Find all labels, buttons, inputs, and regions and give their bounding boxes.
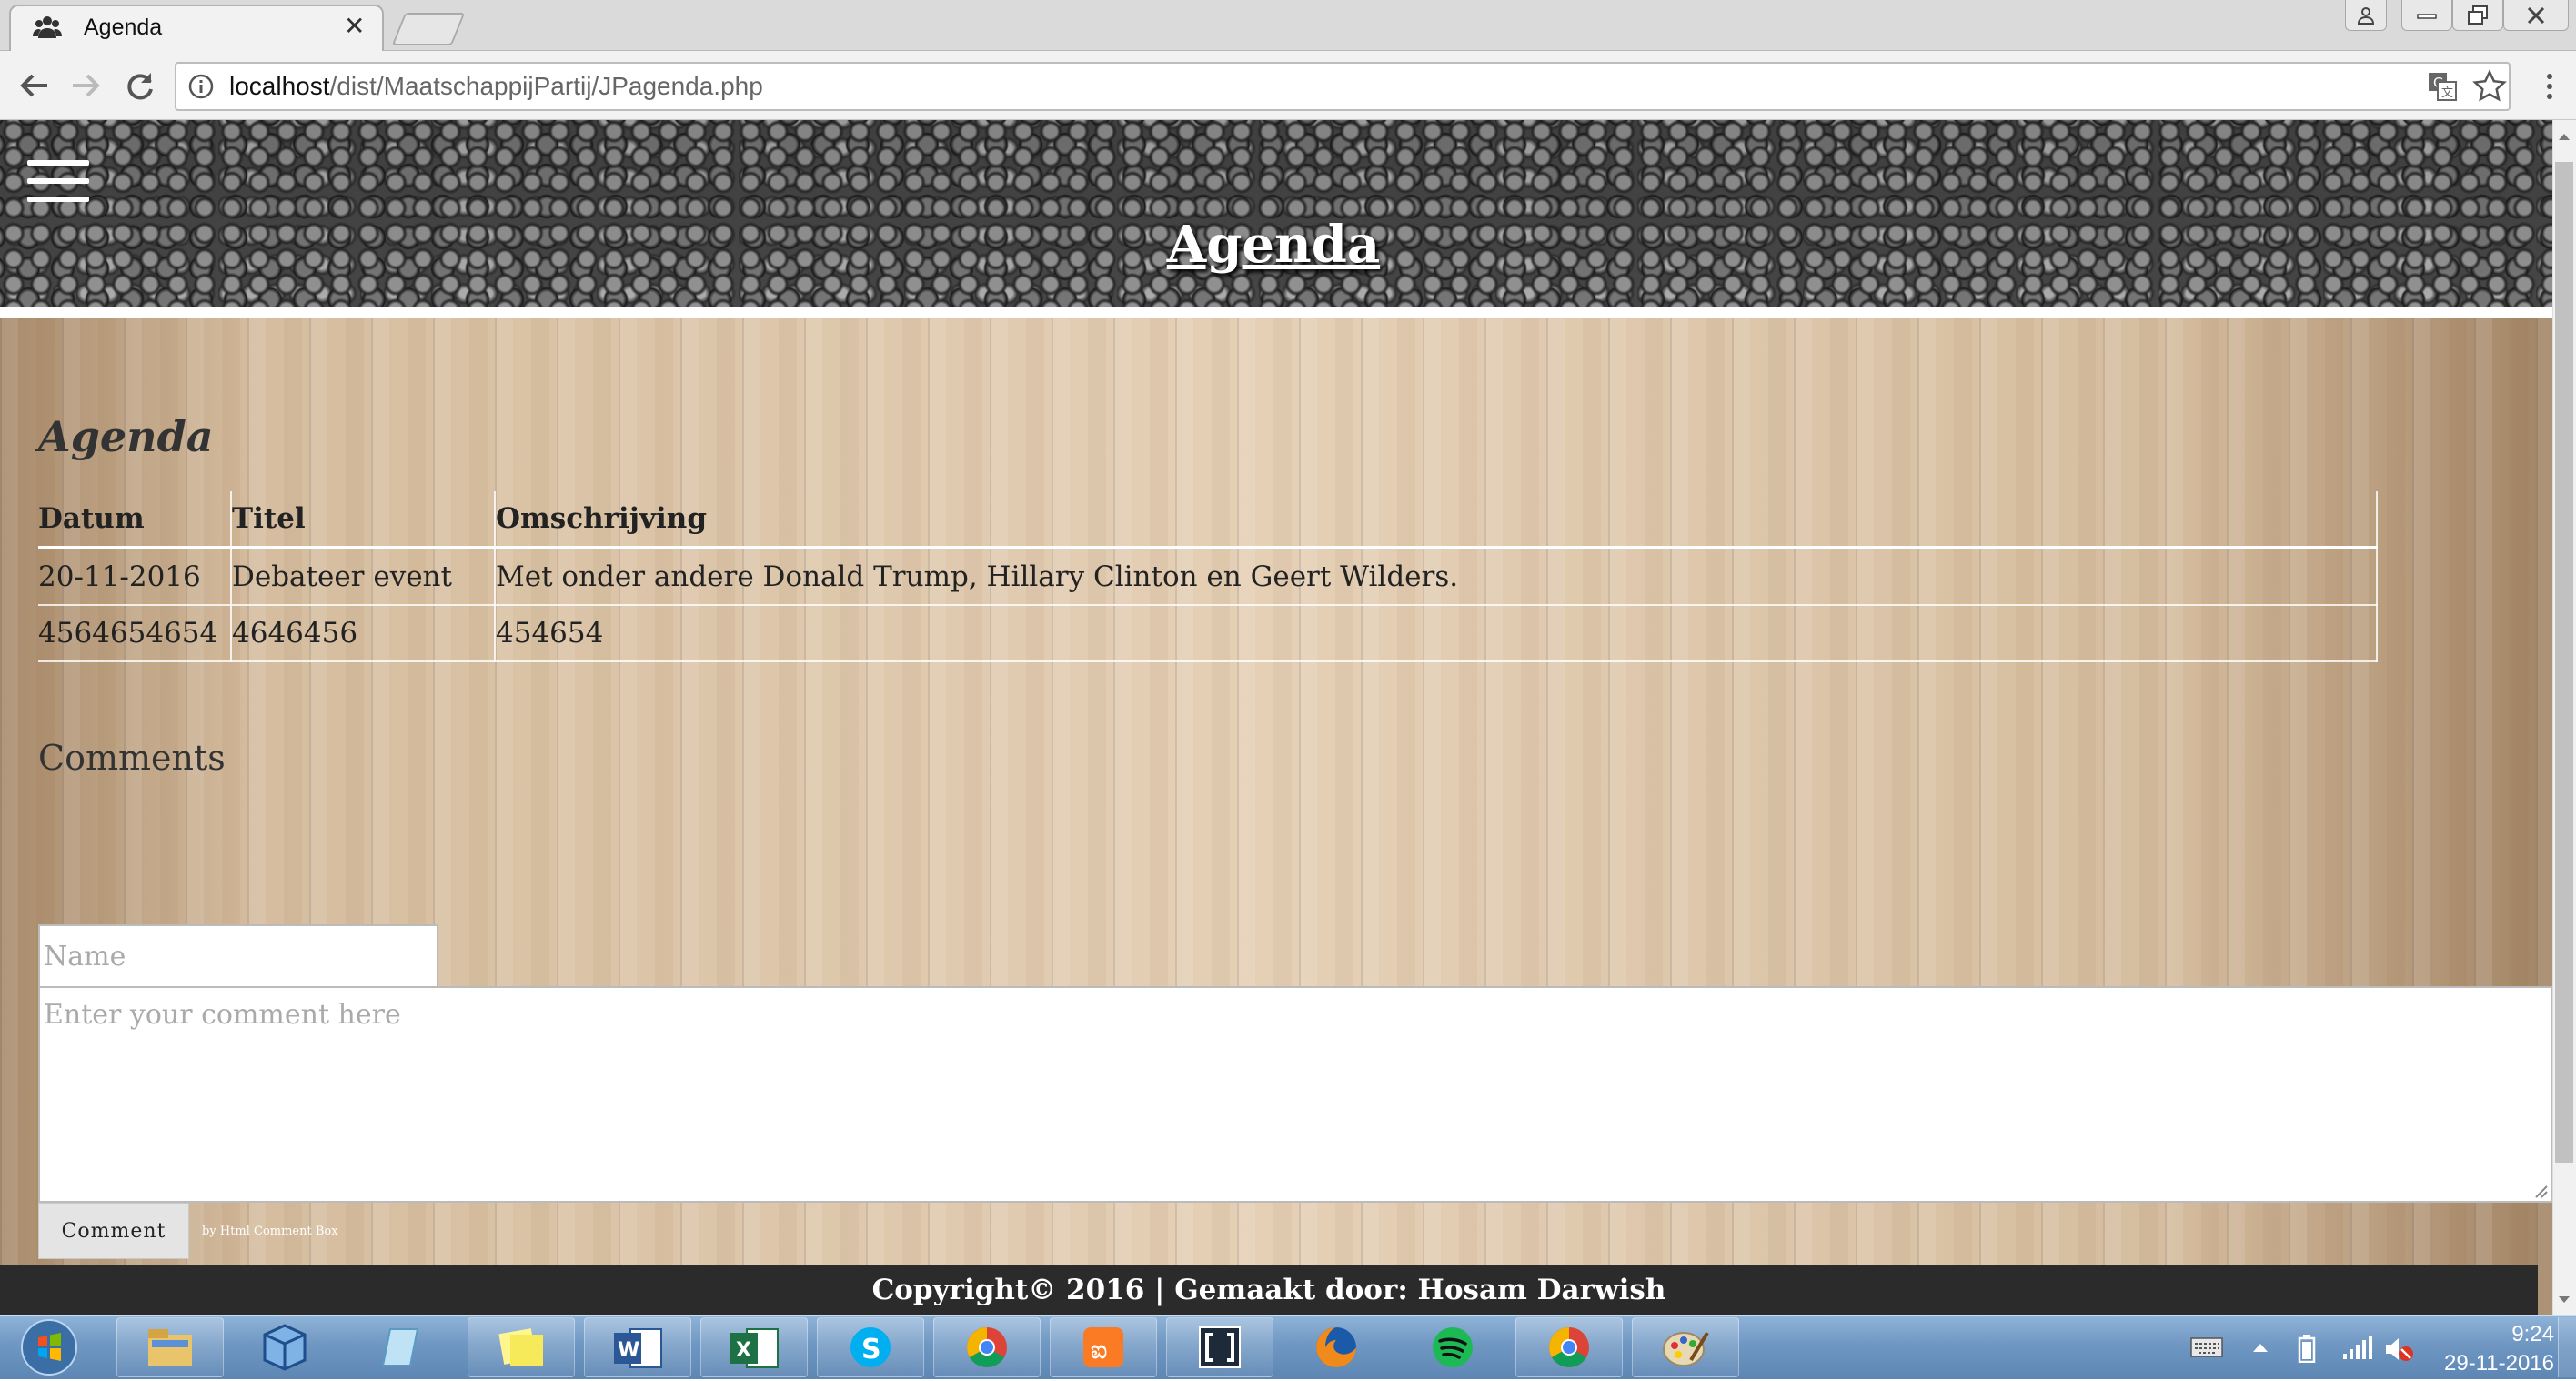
- taskbar-paint[interactable]: [1632, 1317, 1739, 1377]
- url-text: localhost/dist/MaatschappijPartij/JPagen…: [229, 67, 763, 106]
- comment-submit-button[interactable]: Comment: [38, 1203, 189, 1259]
- people-favicon-icon: [33, 13, 62, 42]
- table-cell: Met onder andere Donald Trump, Hillary C…: [494, 548, 2378, 606]
- table-cell: 20-11-2016: [38, 548, 232, 606]
- taskbar-sticky-notes[interactable]: [468, 1317, 575, 1377]
- taskbar-word[interactable]: W: [584, 1317, 691, 1377]
- table-header-row: Datum Titel Omschrijving: [38, 491, 2378, 549]
- svg-text:S: S: [861, 1334, 881, 1366]
- taskbar-chrome[interactable]: [933, 1317, 1041, 1377]
- keyboard-icon[interactable]: [2190, 1337, 2223, 1357]
- user-profile-button[interactable]: [2345, 0, 2387, 31]
- url-host: localhost: [229, 72, 330, 100]
- header-overlay: [0, 120, 2552, 307]
- volume-muted-icon[interactable]: [2383, 1336, 2414, 1363]
- svg-text:W: W: [618, 1339, 639, 1362]
- agenda-heading: Agenda: [38, 412, 214, 461]
- minimize-window-button[interactable]: [2401, 0, 2452, 31]
- windows-start-icon[interactable]: [5, 1317, 93, 1377]
- comments-heading: Comments: [38, 738, 226, 778]
- battery-icon[interactable]: [2298, 1334, 2316, 1364]
- powered-by-text: by Html Comment Box: [202, 1225, 338, 1238]
- taskbar-excel[interactable]: X: [700, 1317, 808, 1377]
- powered-by-prefix: by: [202, 1225, 216, 1238]
- browser-menu-icon[interactable]: [2536, 69, 2563, 104]
- resize-grip-icon[interactable]: [2531, 1181, 2549, 1199]
- forward-arrow-icon[interactable]: [64, 64, 107, 107]
- table-cell: 4564654654: [38, 605, 232, 662]
- taskbar-firefox[interactable]: [1283, 1317, 1390, 1377]
- hamburger-menu-icon[interactable]: [27, 160, 89, 204]
- bookmark-star-icon[interactable]: [2472, 69, 2507, 104]
- svg-text:ಐ: ಐ: [1091, 1335, 1107, 1365]
- network-signal-icon[interactable]: [2341, 1336, 2372, 1361]
- agenda-table: Datum Titel Omschrijving 20-11-2016 Deba…: [38, 491, 2378, 662]
- svg-text:X: X: [736, 1339, 751, 1362]
- column-header-omschrijving: Omschrijving: [494, 491, 2378, 549]
- taskbar-skype[interactable]: S: [817, 1317, 924, 1377]
- powered-by-link[interactable]: Html Comment Box: [220, 1225, 338, 1238]
- taskbar-notepad-app[interactable]: [346, 1317, 453, 1377]
- header-separator: [0, 307, 2552, 318]
- page-footer: Copyright© 2016 | Gemaakt door: Hosam Da…: [0, 1265, 2538, 1315]
- reload-icon[interactable]: [118, 64, 162, 107]
- taskbar-file-explorer[interactable]: [116, 1317, 224, 1377]
- browser-tab-strip: [0, 0, 2576, 51]
- scroll-up-arrow-icon[interactable]: [2552, 120, 2576, 153]
- table-cell: 454654: [494, 605, 2378, 662]
- tab-close-icon[interactable]: ✕: [344, 11, 365, 42]
- info-icon[interactable]: [187, 73, 215, 100]
- header-title[interactable]: Agenda: [1092, 215, 1455, 275]
- table-cell: Debateer event: [230, 548, 496, 606]
- taskbar-3d-box-app[interactable]: [231, 1317, 338, 1377]
- taskbar-clock-date[interactable]: 29-11-2016: [2438, 1350, 2554, 1377]
- svg-text:文: 文: [2441, 86, 2453, 100]
- tab-title: Agenda: [84, 15, 163, 40]
- table-row: 4564654654 4646456 454654: [38, 605, 2378, 662]
- browser-tab-active[interactable]: [9, 5, 384, 52]
- column-header-datum: Datum: [38, 491, 232, 549]
- translate-icon[interactable]: G文: [2427, 71, 2458, 102]
- show-hidden-icons-icon[interactable]: [2250, 1339, 2270, 1356]
- taskbar-spotify[interactable]: [1399, 1317, 1506, 1377]
- taskbar-clock-time[interactable]: 9:24: [2438, 1321, 2554, 1348]
- page-viewport: Agenda Agenda Datum Titel Omschrijving 2…: [0, 120, 2552, 1315]
- scrollbar-thumb[interactable]: [2555, 162, 2573, 1163]
- url-path: /dist/MaatschappijPartij/JPagenda.php: [329, 72, 763, 100]
- table-row: 20-11-2016 Debateer event Met onder ande…: [38, 548, 2378, 606]
- taskbar-bracket-app[interactable]: [1166, 1317, 1273, 1377]
- column-header-titel: Titel: [230, 491, 496, 549]
- close-window-button[interactable]: [2503, 0, 2569, 31]
- scroll-down-arrow-icon[interactable]: [2552, 1285, 2576, 1315]
- taskbar-xampp[interactable]: ಐ: [1050, 1317, 1157, 1377]
- show-desktop-button[interactable]: [2558, 1317, 2576, 1377]
- restore-window-button[interactable]: [2452, 0, 2503, 31]
- table-cell: 4646456: [230, 605, 496, 662]
- comment-textarea[interactable]: [38, 986, 2552, 1203]
- taskbar-chrome-active[interactable]: [1515, 1317, 1623, 1377]
- comment-name-input[interactable]: [38, 924, 438, 988]
- back-arrow-icon[interactable]: [13, 64, 56, 107]
